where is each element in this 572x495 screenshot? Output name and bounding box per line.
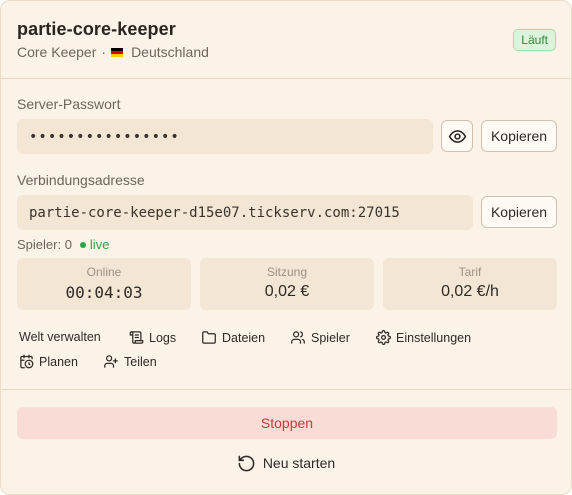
stat-online-value: 00:04:03: [65, 283, 143, 302]
password-field[interactable]: ••••••••••••••••: [17, 119, 433, 154]
share-button[interactable]: Teilen: [103, 354, 157, 369]
address-label: Verbindungsadresse: [17, 172, 145, 188]
manage-world-button[interactable]: Welt verwalten: [19, 330, 101, 344]
live-label: live: [89, 237, 110, 252]
game-name: Core Keeper: [17, 44, 97, 60]
stat-session-label: Sitzung: [266, 265, 308, 279]
copy-address-button[interactable]: Kopieren: [481, 196, 557, 228]
copy-password-button[interactable]: Kopieren: [481, 120, 557, 152]
rotate-ccw-icon: [238, 455, 255, 471]
subtitle-separator: ·: [101, 44, 107, 60]
player-count: Spieler: 0 live: [17, 237, 109, 252]
share-label: Teilen: [124, 354, 157, 369]
eye-icon: [448, 129, 466, 143]
manage-world-label: Welt verwalten: [19, 330, 101, 344]
live-indicator: live: [79, 237, 110, 252]
live-dot-icon: [79, 241, 86, 248]
files-button[interactable]: Dateien: [201, 330, 265, 345]
server-card: partie-core-keeper Core Keeper · Deutsch…: [0, 0, 572, 495]
players-label: Spieler: [311, 330, 350, 345]
stat-online-label: Online: [86, 265, 122, 279]
status-badge: Läuft: [513, 29, 556, 51]
footer-divider: [1, 389, 571, 390]
logs-button[interactable]: Logs: [129, 330, 176, 345]
stop-button[interactable]: Stoppen: [17, 407, 557, 439]
password-label: Server-Passwort: [17, 96, 121, 112]
player-count-text: Spieler: 0: [17, 237, 72, 252]
calendar-clock-icon: [20, 354, 34, 369]
server-header: partie-core-keeper Core Keeper · Deutsch…: [1, 1, 571, 79]
players-button[interactable]: Spieler: [290, 330, 350, 345]
stat-rate-label: Tarif: [458, 265, 482, 279]
show-password-button[interactable]: [441, 120, 473, 152]
scroll-icon: [129, 331, 144, 344]
server-subtitle: Core Keeper · Deutschland: [17, 44, 209, 60]
schedule-label: Planen: [39, 354, 78, 369]
stat-online: Online 00:04:03: [17, 258, 191, 310]
gear-icon: [376, 330, 391, 345]
flag-germany-icon: [111, 47, 124, 57]
settings-label: Einstellungen: [396, 330, 472, 345]
region-name: Deutschland: [131, 44, 209, 60]
settings-button[interactable]: Einstellungen: [376, 330, 471, 345]
logs-label: Logs: [149, 330, 177, 345]
folder-icon: [202, 331, 216, 344]
stat-session-value: 0,02 €: [264, 283, 310, 300]
address-field[interactable]: partie-core-keeper-d15e07.tickserv.com:2…: [17, 195, 473, 230]
stat-rate-value: 0,02 €/h: [441, 283, 499, 300]
users-icon: [291, 331, 305, 344]
restart-label: Neu starten: [262, 455, 336, 471]
files-label: Dateien: [222, 330, 266, 345]
schedule-button[interactable]: Planen: [19, 354, 78, 369]
stat-session: Sitzung 0,02 €: [200, 258, 374, 310]
server-name: partie-core-keeper: [17, 19, 176, 39]
restart-button[interactable]: Neu starten: [1, 449, 571, 477]
stat-rate: Tarif 0,02 €/h: [383, 258, 557, 310]
user-plus-icon: [104, 355, 118, 368]
